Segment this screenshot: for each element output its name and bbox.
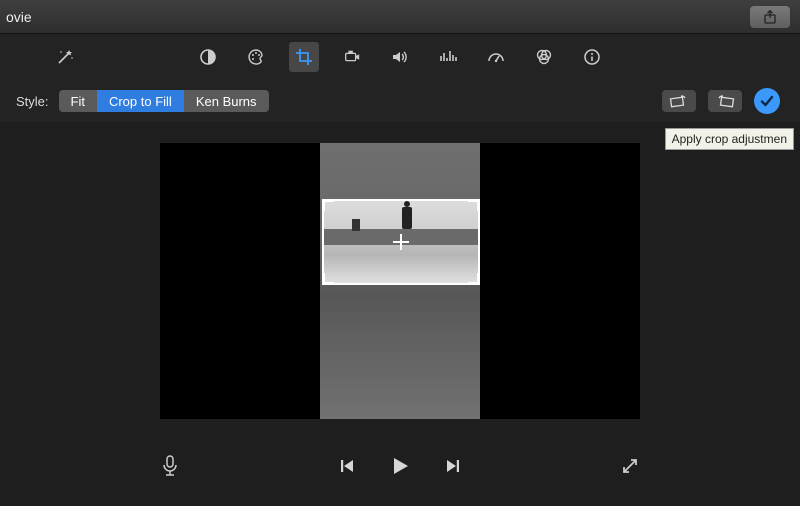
video-frame[interactable] (160, 143, 640, 419)
color-correction-button[interactable] (241, 42, 271, 72)
skip-back-icon (339, 457, 357, 475)
filters-button[interactable] (529, 42, 559, 72)
titlebar: ovie (0, 0, 800, 34)
next-button[interactable] (438, 452, 466, 480)
crop-selection[interactable] (324, 201, 478, 283)
equalizer-icon (438, 47, 458, 67)
speed-button[interactable] (481, 42, 511, 72)
noise-reduction-button[interactable] (433, 42, 463, 72)
app-window: ovie (0, 0, 800, 506)
skip-forward-icon (443, 457, 461, 475)
overlap-circles-icon (534, 47, 554, 67)
crop-button[interactable] (289, 42, 319, 72)
rotate-ccw-button[interactable] (662, 90, 696, 112)
rotate-cw-button[interactable] (708, 90, 742, 112)
half-circle-icon (198, 47, 218, 67)
window-title: ovie (6, 9, 32, 25)
style-crop-to-fill-button[interactable]: Crop to Fill (97, 90, 184, 112)
fullscreen-button[interactable] (616, 452, 644, 480)
info-icon (582, 47, 602, 67)
crop-right-controls (662, 88, 780, 114)
crop-center-crosshair (393, 234, 409, 250)
style-label: Style: (16, 94, 49, 109)
apply-crop-button[interactable] (754, 88, 780, 114)
crop-handle-br[interactable] (468, 273, 480, 285)
rotate-ccw-icon (669, 94, 689, 108)
stabilization-button[interactable] (337, 42, 367, 72)
play-button[interactable] (386, 452, 414, 480)
volume-button[interactable] (385, 42, 415, 72)
check-icon (759, 93, 775, 109)
share-icon (763, 10, 777, 24)
palette-icon (246, 47, 266, 67)
mic-icon (161, 455, 179, 477)
play-icon (388, 454, 412, 478)
magic-wand-button[interactable] (50, 42, 80, 72)
info-button[interactable] (577, 42, 607, 72)
wand-icon (55, 47, 75, 67)
transport-bar (0, 446, 800, 486)
camera-icon (343, 48, 361, 66)
crop-handle-tl[interactable] (322, 199, 334, 211)
prev-button[interactable] (334, 452, 362, 480)
voiceover-record-button[interactable] (156, 452, 184, 480)
share-button[interactable] (750, 6, 790, 28)
crop-style-segment: Fit Crop to Fill Ken Burns (59, 90, 269, 112)
rotate-cw-icon (715, 94, 735, 108)
crop-style-bar: Style: Fit Crop to Fill Ken Burns (0, 80, 800, 122)
color-balance-button[interactable] (193, 42, 223, 72)
gauge-icon (486, 47, 506, 67)
style-ken-burns-button[interactable]: Ken Burns (184, 90, 269, 112)
preview-area (0, 122, 800, 440)
crop-icon (294, 47, 314, 67)
speaker-icon (390, 47, 410, 67)
expand-icon (621, 457, 639, 475)
style-fit-button[interactable]: Fit (59, 90, 97, 112)
crop-handle-bl[interactable] (322, 273, 334, 285)
adjust-toolbar (0, 34, 800, 80)
crop-handle-tr[interactable] (468, 199, 480, 211)
